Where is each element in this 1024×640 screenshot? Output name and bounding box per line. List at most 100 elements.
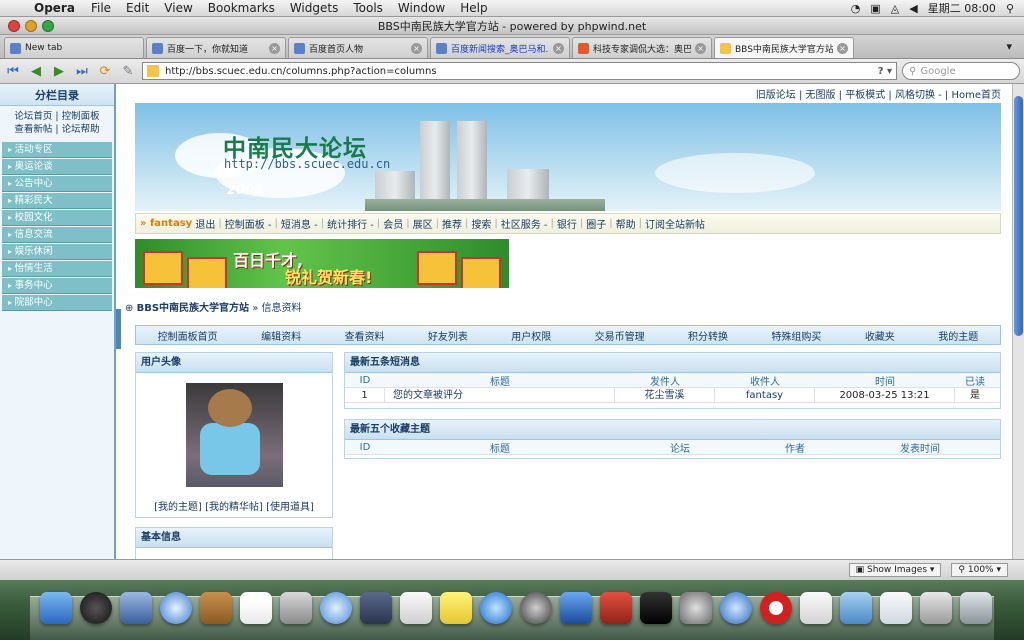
remote-desktop-icon[interactable] <box>720 592 752 624</box>
downloads-folder-icon[interactable] <box>840 592 872 624</box>
table-row[interactable]: 1 您的文章被评分 花尘雪溪 fantasy 2008-03-25 13:21 … <box>345 387 1000 403</box>
volume-icon[interactable]: ◀ <box>909 2 917 15</box>
sidebar-item-departments[interactable]: 院部中心 <box>2 295 112 311</box>
nav-search[interactable]: 搜索 <box>471 216 491 231</box>
bluetooth-icon[interactable] <box>560 592 592 624</box>
x11-icon[interactable] <box>520 592 552 624</box>
zoom-control[interactable]: ⚲ 100% ▾ <box>951 563 1008 577</box>
scrollbar-thumb[interactable] <box>1014 96 1023 336</box>
close-tab-icon[interactable]: × <box>411 42 422 54</box>
back-icon[interactable]: ◀ <box>27 62 45 80</box>
tab-control-panel-home[interactable]: 控制面板首页 <box>158 328 218 343</box>
zoom-window-button[interactable] <box>42 19 54 32</box>
textedit-icon[interactable] <box>400 592 432 624</box>
tab-view-profile[interactable]: 查看资料 <box>344 328 384 343</box>
airport-icon[interactable]: ◬ <box>891 2 899 15</box>
nav-help[interactable]: 帮助 <box>616 216 636 231</box>
nav-messages[interactable]: 短消息 - <box>281 216 318 231</box>
forward-icon[interactable]: ▶ <box>50 62 68 80</box>
mail-icon[interactable] <box>120 592 152 624</box>
current-user[interactable]: » fantasy <box>140 218 192 229</box>
tab-special-group[interactable]: 特殊组购买 <box>771 328 821 343</box>
tab-points[interactable]: 积分转换 <box>688 328 728 343</box>
menu-bookmarks[interactable]: Bookmarks <box>208 1 275 15</box>
menu-file[interactable]: File <box>91 1 111 15</box>
dashboard-icon[interactable] <box>80 592 112 624</box>
stickies-icon[interactable] <box>440 592 472 624</box>
safari-icon[interactable] <box>160 592 192 624</box>
tab-baidu-people[interactable]: 百度首页人物 × <box>288 37 428 58</box>
ical-icon[interactable] <box>240 592 272 624</box>
closed-tabs-trash-icon[interactable]: ▾ <box>1006 40 1012 53</box>
ad-banner[interactable]: 百日千才, 锐礼贺新春! <box>135 239 509 288</box>
time-machine-icon[interactable]: ◔ <box>851 2 861 15</box>
search-field[interactable]: ⚲ Google <box>902 62 1020 80</box>
tab-baidu[interactable]: 百度一下，你就知道 × <box>146 37 286 58</box>
iphoto-icon[interactable] <box>280 592 312 624</box>
sidebar-item-campus[interactable]: 校园文化 <box>2 210 112 226</box>
show-images-button[interactable]: ▣ Show Images ▾ <box>848 563 942 577</box>
vertical-scrollbar[interactable] <box>1012 84 1024 559</box>
site-info-icon[interactable]: ? ▾ <box>878 66 892 77</box>
rtf-document-icon[interactable] <box>880 592 912 624</box>
itunes-icon[interactable] <box>320 592 352 624</box>
close-tab-icon[interactable]: × <box>837 42 848 54</box>
quicktime-icon[interactable] <box>480 592 512 624</box>
cell-sender[interactable]: 花尘雪溪 <box>615 387 715 403</box>
menu-help[interactable]: Help <box>460 1 487 15</box>
breadcrumb-site[interactable]: BBS中南民族大学官方站 <box>137 303 249 314</box>
menu-widgets[interactable]: Widgets <box>290 1 339 15</box>
sidebar-item-announcements[interactable]: 公告中心 <box>2 176 112 192</box>
nav-control-panel[interactable]: 控制面板 - <box>225 216 272 231</box>
nav-stats[interactable]: 统计排行 - <box>327 216 374 231</box>
close-tab-icon[interactable]: × <box>269 42 280 54</box>
document-icon[interactable] <box>800 592 832 624</box>
wand-icon[interactable]: ✎ <box>119 62 137 80</box>
close-window-button[interactable] <box>8 19 20 32</box>
tab-edit-profile[interactable]: 编辑资料 <box>261 328 301 343</box>
fast-forward-icon[interactable]: ⏭ <box>73 62 91 80</box>
address-field[interactable]: http://bbs.scuec.edu.cn/columns.php?acti… <box>142 62 897 80</box>
stack-icon[interactable] <box>920 592 952 624</box>
tab-tech-news[interactable]: 科技专家调侃大选：奥巴... × <box>572 37 712 58</box>
spotlight-icon[interactable]: ⚲ <box>1006 2 1014 15</box>
tab-favorites[interactable]: 收藏夹 <box>865 328 895 343</box>
sidebar-item-olympics[interactable]: 奥运论谈 <box>2 159 112 175</box>
nav-gallery[interactable]: 展区 <box>413 216 433 231</box>
close-tab-icon[interactable]: × <box>695 42 706 54</box>
nav-bank[interactable]: 银行 <box>557 216 577 231</box>
tab-my-topics[interactable]: 我的主题 <box>938 328 978 343</box>
avatar-links[interactable]: [我的主题] [我的精华帖] [使用道具] <box>136 498 332 513</box>
nav-members[interactable]: 会员 <box>383 216 403 231</box>
menu-tools[interactable]: Tools <box>353 1 383 15</box>
menubar-app-name[interactable]: Opera <box>34 1 75 15</box>
reload-icon[interactable]: ⟳ <box>96 62 114 80</box>
nav-subscribe[interactable]: 订阅全站新帖 <box>645 216 705 231</box>
chair-icon[interactable] <box>600 592 632 624</box>
sidebar-collapse-handle[interactable] <box>116 309 121 349</box>
tab-permissions[interactable]: 用户权限 <box>511 328 551 343</box>
menubar-clock[interactable]: 星期二 08:00 <box>928 0 996 16</box>
system-preferences-icon[interactable] <box>680 592 712 624</box>
address-book-icon[interactable] <box>200 592 232 624</box>
cell-title[interactable]: 您的文章被评分 <box>385 387 615 403</box>
opera-icon[interactable] <box>760 592 792 624</box>
rewind-icon[interactable]: ⏮ <box>4 62 22 80</box>
close-tab-icon[interactable]: × <box>553 42 564 54</box>
sidebar-link-row[interactable]: 查看新帖 | 论坛帮助 <box>0 123 114 136</box>
finder-icon[interactable] <box>40 592 72 624</box>
menu-view[interactable]: View <box>164 1 192 15</box>
tab-new-tab[interactable]: New tab <box>4 37 144 58</box>
sidebar-item-entertainment[interactable]: 娱乐休闲 <box>2 244 112 260</box>
top-links[interactable]: 旧版论坛 | 无图版 | 平板模式 | 风格切换 - | Home首页 <box>756 86 1001 101</box>
tab-baidu-news[interactable]: 百度新闻搜索_奥巴马和... × <box>430 37 570 58</box>
cell-recipient[interactable]: fantasy <box>715 387 815 403</box>
minimize-window-button[interactable] <box>25 19 37 32</box>
tab-currency[interactable]: 交易币管理 <box>595 328 645 343</box>
sidebar-item-life[interactable]: 怡情生活 <box>2 261 112 277</box>
spaces-icon[interactable]: ▣ <box>870 2 880 15</box>
nav-logout[interactable]: 退出 <box>195 216 215 231</box>
sidebar-link-row[interactable]: 论坛首页 | 控制面板 <box>0 110 114 123</box>
spaces-dock-icon[interactable] <box>360 592 392 624</box>
menu-edit[interactable]: Edit <box>126 1 149 15</box>
